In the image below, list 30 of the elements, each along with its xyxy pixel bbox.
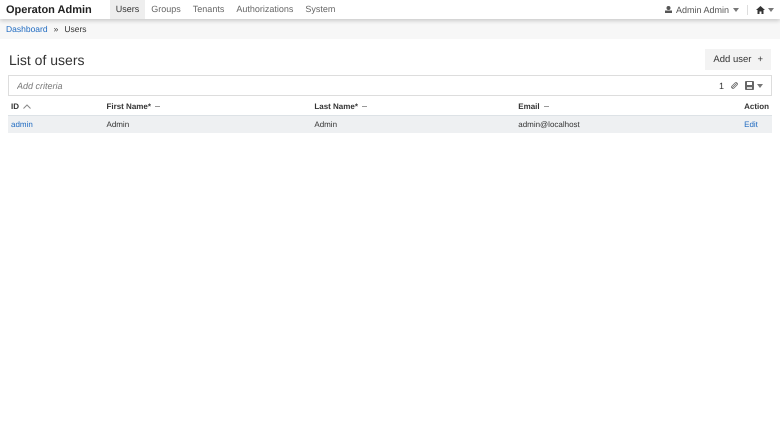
nav-tab[interactable]: Groups	[145, 0, 187, 19]
brand-title[interactable]: Operaton Admin	[6, 4, 92, 16]
column-header[interactable]: Action	[744, 102, 769, 111]
home-icon[interactable]	[756, 6, 765, 14]
nav-tab[interactable]: Authorizations	[230, 0, 300, 19]
caret-icon	[733, 8, 739, 12]
caret-icon	[768, 8, 774, 12]
save-icon[interactable]	[745, 81, 754, 90]
sort-ascending-icon[interactable]	[23, 104, 31, 109]
breadcrumb-separator: »	[54, 24, 58, 34]
nav-tab[interactable]: Tenants	[186, 0, 230, 19]
page-title: List of users	[9, 52, 84, 68]
result-count: 1	[718, 80, 724, 90]
nav-tab[interactable]: Users	[110, 0, 146, 19]
table-cell: Admin	[106, 120, 130, 129]
breadcrumb-link[interactable]: Dashboard	[6, 24, 48, 34]
column-header[interactable]: First Name*	[106, 102, 151, 111]
column-header[interactable]: Last Name*	[314, 102, 358, 111]
column-header[interactable]: Email	[518, 102, 540, 111]
table-cell: admin@localhost	[518, 120, 580, 129]
link-icon[interactable]	[731, 82, 738, 89]
column-header[interactable]: ID	[11, 102, 19, 111]
add-user-button[interactable]: Add user +	[705, 49, 771, 70]
user-menu[interactable]: Admin Admin	[676, 4, 729, 14]
table-cell: Admin	[314, 120, 338, 129]
user-id-link[interactable]: admin	[11, 120, 33, 129]
nav-tab[interactable]: System	[299, 0, 342, 19]
user-icon	[664, 6, 672, 13]
breadcrumb-current: Users	[64, 24, 87, 34]
caret-icon	[757, 84, 763, 88]
